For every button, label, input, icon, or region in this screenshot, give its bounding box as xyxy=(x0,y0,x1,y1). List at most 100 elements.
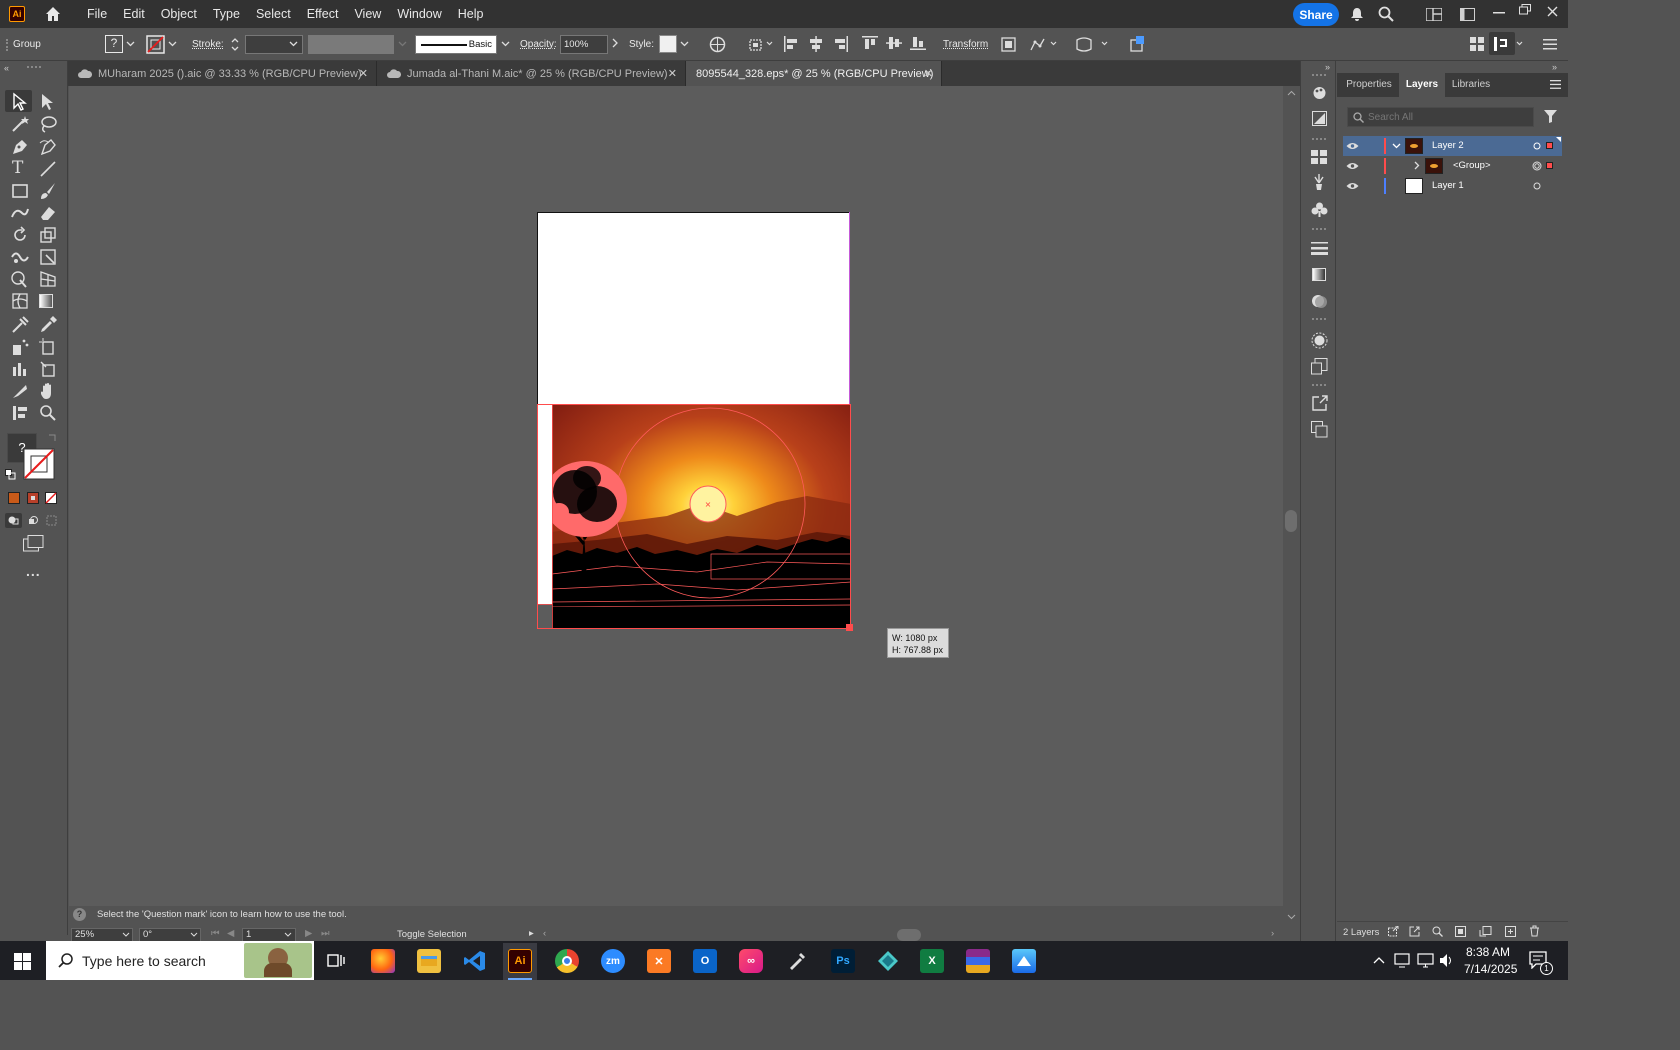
collapse-strip-icon[interactable]: » xyxy=(1325,62,1330,72)
photoshop-icon[interactable]: Ps xyxy=(831,949,855,973)
taskbar-search-box[interactable]: Type here to search xyxy=(46,941,314,980)
minimize-icon[interactable] xyxy=(1493,12,1505,15)
first-artboard-icon[interactable]: ⏮ xyxy=(211,928,220,939)
asset-export-icon[interactable] xyxy=(1312,111,1327,126)
close-tab-icon[interactable]: ✕ xyxy=(668,67,677,80)
target-selected-icon[interactable] xyxy=(1532,161,1542,171)
shape-builder-tool-icon[interactable] xyxy=(10,269,30,289)
file-explorer-icon[interactable] xyxy=(417,949,441,973)
taskbar-time[interactable]: 8:38 AM xyxy=(1466,945,1510,959)
symbols-icon[interactable] xyxy=(1311,201,1328,218)
collapse-toolbar-icon[interactable]: « xyxy=(4,63,9,73)
layers-search-box[interactable] xyxy=(1347,107,1534,127)
network-icon[interactable] xyxy=(1417,953,1434,968)
print-tiling-tool-icon[interactable] xyxy=(10,403,30,423)
gradient-mode-button[interactable] xyxy=(27,492,39,504)
canvas-area[interactable]: × W: 1080 px H: 767.88 px xyxy=(69,86,1283,906)
type-tool-icon[interactable]: T xyxy=(12,158,23,178)
magic-wand-tool-icon[interactable] xyxy=(10,114,30,134)
chevron-down-icon[interactable] xyxy=(289,41,298,47)
column-graph-tool-icon[interactable] xyxy=(10,359,30,379)
tab-muharam[interactable]: MUharam 2025 ().aic @ 33.33 % (RGB/CPU P… xyxy=(68,61,377,86)
align-right-icon[interactable] xyxy=(834,36,848,52)
chevron-down-icon[interactable] xyxy=(1392,143,1401,149)
target-icon[interactable] xyxy=(1533,182,1541,190)
chevron-up-icon[interactable] xyxy=(1287,90,1296,96)
strip-grip[interactable] xyxy=(1312,384,1326,386)
transform-panel-link[interactable]: Transform xyxy=(943,39,988,50)
menu-file[interactable]: File xyxy=(79,0,115,28)
appearance-icon[interactable] xyxy=(1311,85,1328,100)
menu-help[interactable]: Help xyxy=(450,0,492,28)
toolbar-grip[interactable] xyxy=(27,66,41,68)
transparency-icon[interactable] xyxy=(1311,293,1328,310)
menu-window[interactable]: Window xyxy=(389,0,449,28)
strip-grip[interactable] xyxy=(1312,74,1326,76)
eye-icon[interactable] xyxy=(1346,182,1359,190)
symbol-sprayer-tool-icon[interactable] xyxy=(10,337,30,357)
variable-width-profile[interactable] xyxy=(308,35,394,54)
line-segment-tool-icon[interactable] xyxy=(38,159,58,179)
restore-icon[interactable] xyxy=(1519,4,1531,15)
make-clipping-mask-icon[interactable] xyxy=(1455,926,1466,937)
tab-libraries[interactable]: Libraries xyxy=(1447,73,1495,97)
status-mode-label[interactable]: Toggle Selection xyxy=(397,929,467,940)
gradient-tool-icon[interactable] xyxy=(39,294,53,308)
fill-swatch[interactable]: ? xyxy=(105,35,123,53)
lasso-tool-icon[interactable] xyxy=(38,114,58,134)
previous-artboard-icon[interactable]: ◀ xyxy=(227,928,234,939)
create-sublayer-icon[interactable] xyxy=(1479,926,1492,937)
volume-icon[interactable] xyxy=(1439,953,1454,968)
layer-row-group[interactable]: <Group> xyxy=(1343,156,1562,176)
zoom-icon[interactable]: zm xyxy=(601,949,625,973)
vscode-icon[interactable] xyxy=(463,949,487,973)
help-question-icon[interactable]: ? xyxy=(73,908,86,921)
color-guide-icon[interactable] xyxy=(1311,332,1328,349)
rectangle-tool-icon[interactable] xyxy=(10,181,30,201)
direct-selection-tool-icon[interactable] xyxy=(38,92,58,112)
eye-icon[interactable] xyxy=(1346,162,1359,170)
align-top-icon[interactable] xyxy=(862,36,878,50)
slice-tool-icon[interactable] xyxy=(38,359,58,379)
strip-grip[interactable] xyxy=(1312,228,1326,230)
align-vertical-center-icon[interactable] xyxy=(886,36,902,50)
edit-toolbar-icon[interactable]: ... xyxy=(26,563,41,579)
vertical-scrollbar[interactable] xyxy=(1283,86,1300,926)
stroke-swatch[interactable] xyxy=(146,35,165,54)
isolate-selected-icon[interactable] xyxy=(1000,36,1017,53)
selection-indicator[interactable] xyxy=(1546,162,1553,169)
status-menu-arrow-icon[interactable]: ▸ xyxy=(529,928,534,939)
recolor-artwork-icon[interactable] xyxy=(709,36,726,53)
last-artboard-icon[interactable]: ⏭ xyxy=(321,928,330,939)
chevron-down-icon[interactable] xyxy=(284,932,292,937)
color-mode-button[interactable] xyxy=(8,492,20,504)
group-name[interactable]: <Group> xyxy=(1453,160,1491,171)
close-tab-icon[interactable]: ✕ xyxy=(924,67,933,80)
hamburger-menu-icon[interactable] xyxy=(1543,39,1557,50)
align-bottom-icon[interactable] xyxy=(910,36,926,50)
stroke-label[interactable]: Stroke: xyxy=(192,39,224,50)
search-icon[interactable] xyxy=(1378,6,1394,22)
next-artboard-icon[interactable]: ▶ xyxy=(305,928,312,939)
panel-menu-icon[interactable] xyxy=(1550,80,1561,89)
select-similar-objects-icon[interactable] xyxy=(1129,34,1148,53)
tab-layers[interactable]: Layers xyxy=(1399,73,1445,97)
filter-icon[interactable] xyxy=(1544,110,1557,123)
sunset-artwork[interactable]: × xyxy=(537,404,851,629)
layers-search-input[interactable] xyxy=(1368,110,1528,124)
chevron-down-icon[interactable] xyxy=(680,41,689,47)
winrar-icon[interactable] xyxy=(966,949,990,973)
draw-behind-icon[interactable] xyxy=(28,515,39,526)
home-icon[interactable] xyxy=(43,4,63,24)
eraser-tool-icon[interactable] xyxy=(38,203,58,223)
zoom-tool-icon[interactable] xyxy=(38,403,58,423)
chevron-up-icon[interactable] xyxy=(1373,957,1385,964)
creative-cloud-icon[interactable]: ∞ xyxy=(739,949,763,973)
resize-handle[interactable] xyxy=(846,624,853,631)
arrange-documents-icon[interactable] xyxy=(1460,8,1475,21)
layer-name[interactable]: Layer 2 xyxy=(1432,140,1464,151)
menu-edit[interactable]: Edit xyxy=(115,0,153,28)
create-new-layer-icon[interactable] xyxy=(1505,926,1516,937)
chevron-down-icon[interactable] xyxy=(1050,41,1057,46)
menu-object[interactable]: Object xyxy=(153,0,205,28)
